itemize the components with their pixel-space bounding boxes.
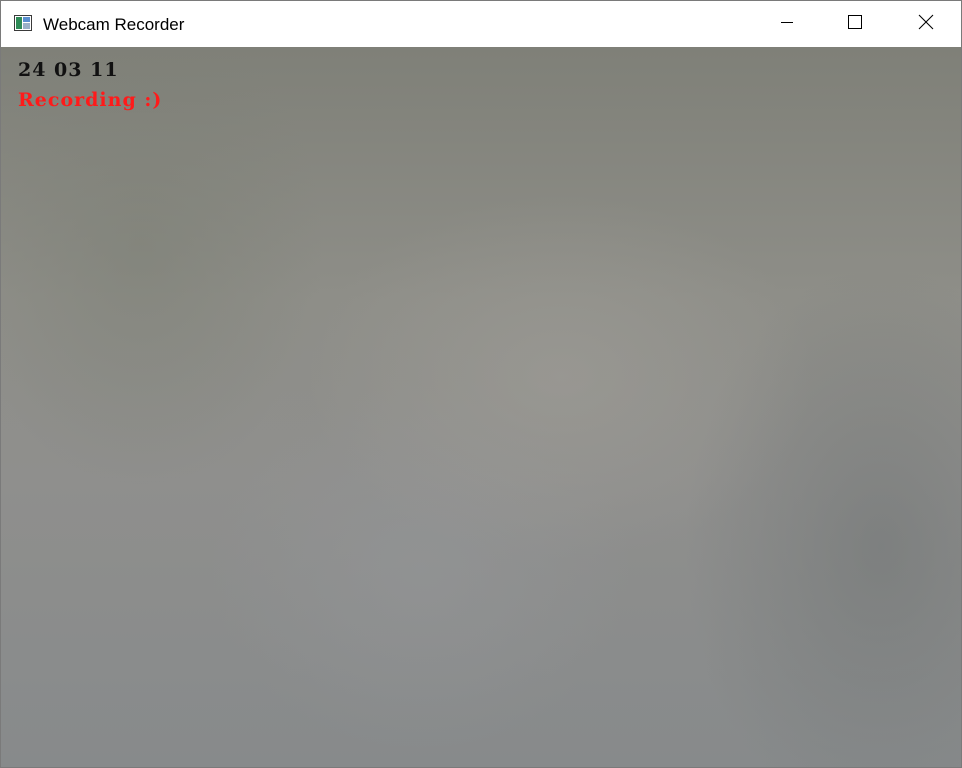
overlay-date: 24 03 11 [18,59,119,81]
app-window-icon [14,15,32,31]
webcam-recorder-window: Webcam Recorder 24 03 11 Recording:) [0,0,962,768]
close-button[interactable] [891,1,961,47]
minimize-icon [779,14,795,35]
window-title: Webcam Recorder [43,15,185,34]
webcam-video-feed: 24 03 11 Recording :) [1,47,961,767]
maximize-icon [847,14,863,35]
title-bar[interactable]: Webcam Recorder [1,1,961,47]
minimize-button[interactable] [753,1,821,47]
close-icon [918,14,934,35]
recording-status: Recording :) [18,89,163,111]
maximize-button[interactable] [821,1,889,47]
